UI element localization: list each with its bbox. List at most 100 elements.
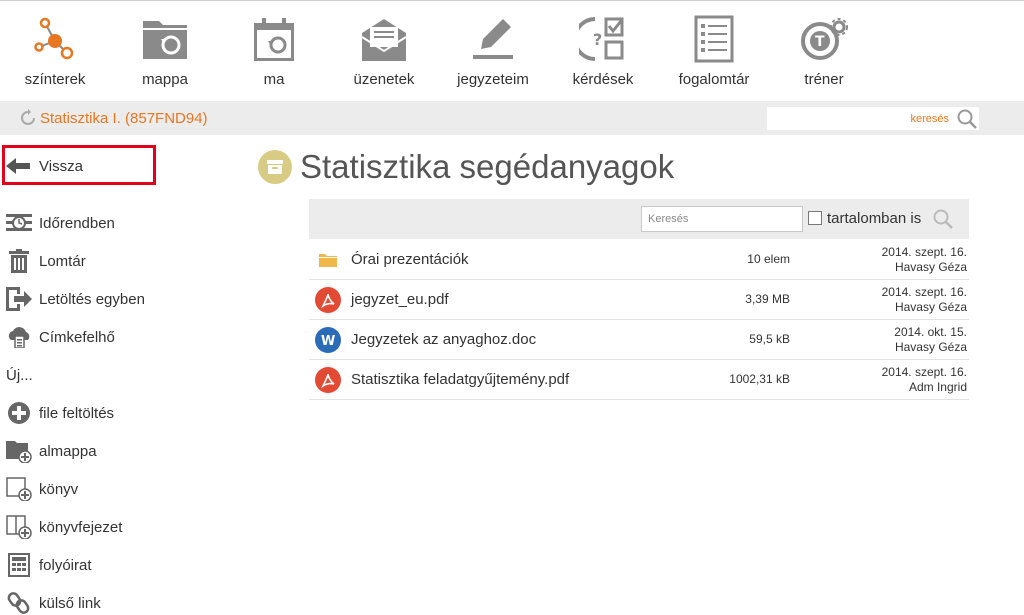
- file-meta: 2014. okt. 15. Havasy Géza: [894, 325, 967, 355]
- global-search-input[interactable]: [767, 107, 953, 130]
- page-title: Statisztika segédanyagok: [300, 148, 675, 185]
- book-add-icon: [6, 476, 32, 502]
- file-row[interactable]: W Jegyzetek az anyaghoz.doc 59,5 kB 2014…: [309, 320, 969, 360]
- svg-text:T: T: [815, 34, 825, 50]
- file-name[interactable]: jegyzet_eu.pdf: [351, 291, 449, 308]
- global-search: [767, 107, 979, 130]
- sidebar-item-folyoirat[interactable]: folyóirat: [6, 550, 92, 580]
- list-search-input[interactable]: [641, 206, 803, 232]
- file-row[interactable]: Órai prezentációk 10 elem 2014. szept. 1…: [309, 240, 969, 280]
- file-author: Adm Ingrid: [908, 380, 967, 394]
- trash-icon: [6, 248, 32, 274]
- file-size: 59,5 kB: [749, 332, 790, 346]
- nav-label: üzenetek: [353, 71, 415, 88]
- file-size: 3,39 MB: [745, 292, 790, 306]
- nav-item-jegyzeteim[interactable]: jegyzeteim: [438, 15, 548, 99]
- pdf-icon: [315, 367, 341, 393]
- nav-label: fogalomtár: [678, 71, 750, 88]
- sidebar-item-idorendben[interactable]: Időrendben: [6, 208, 115, 238]
- sidebar-item-file-feltoltes[interactable]: file feltöltés: [6, 398, 114, 428]
- trainer-gear-icon: T: [801, 18, 848, 60]
- sidebar-item-almappa[interactable]: almappa: [6, 436, 97, 466]
- file-meta: 2014. szept. 16. Havasy Géza: [882, 285, 967, 315]
- file-meta: 2014. szept. 16. Adm Ingrid: [882, 365, 967, 395]
- journal-icon: [6, 552, 32, 578]
- content-search-checkbox[interactable]: [808, 211, 822, 225]
- nav-label: színterek: [24, 71, 86, 88]
- nav-item-ma[interactable]: ma: [219, 15, 329, 99]
- course-title-link[interactable]: Statisztika I. (857FND94): [19, 109, 208, 127]
- pencil-note-icon: [473, 19, 513, 59]
- file-list: Órai prezentációk 10 elem 2014. szept. 1…: [309, 240, 969, 400]
- file-author: Havasy Géza: [894, 260, 967, 274]
- file-author: Havasy Géza: [894, 300, 967, 314]
- search-icon[interactable]: [956, 108, 978, 130]
- plus-circle-icon: [6, 400, 32, 426]
- nav-label: mappa: [142, 71, 188, 88]
- file-name[interactable]: Statisztika feladatgyűjtemény.pdf: [351, 371, 569, 388]
- nav-item-szinterek[interactable]: színterek: [0, 15, 110, 99]
- new-section-label: Új...: [6, 367, 33, 384]
- sidebar-item-label: almappa: [39, 442, 97, 460]
- file-row[interactable]: Statisztika feladatgyűjtemény.pdf 1002,3…: [309, 360, 969, 400]
- timeline-icon: [6, 210, 32, 236]
- nav-item-trener[interactable]: T tréner: [769, 15, 879, 99]
- nav-item-uzenetek[interactable]: üzenetek: [329, 15, 439, 99]
- network-nodes-icon: [34, 17, 74, 60]
- download-export-icon: [6, 286, 32, 312]
- file-name[interactable]: Jegyzetek az anyaghoz.doc: [351, 331, 536, 348]
- tag-cloud-icon: [6, 324, 32, 350]
- context-bar: Statisztika I. (857FND94): [0, 101, 1024, 135]
- file-date: 2014. szept. 16.: [881, 285, 967, 299]
- nav-label: ma: [263, 71, 285, 88]
- sidebar-item-lomtar[interactable]: Lomtár: [6, 246, 86, 276]
- sidebar-item-label: Lomtár: [39, 252, 86, 270]
- envelope-icon: [361, 19, 407, 61]
- sidebar-item-label: Letöltés egyben: [39, 290, 145, 308]
- nav-item-fogalomtar[interactable]: fogalomtár: [659, 15, 769, 99]
- file-size: 10 elem: [747, 252, 790, 266]
- folder-icon: [315, 247, 341, 273]
- sidebar-item-label: file feltöltés: [39, 404, 115, 422]
- svg-text:?: ?: [593, 30, 602, 49]
- sidebar-item-cimkefelho[interactable]: Címkefelhő: [6, 322, 115, 352]
- folder-add-icon: [6, 438, 32, 464]
- sidebar-item-label: Címkefelhő: [39, 328, 115, 346]
- svg-text:W: W: [321, 334, 335, 349]
- archive-icon: [258, 150, 292, 184]
- nav-item-mappa[interactable]: mappa: [110, 15, 220, 99]
- question-checklist-icon: ?: [579, 17, 624, 61]
- course-title: Statisztika I. (857FND94): [40, 109, 208, 127]
- page-heading: Statisztika segédanyagok: [258, 148, 674, 186]
- sidebar-item-label: könyv: [39, 480, 79, 498]
- sidebar-item-kulso-link[interactable]: külső link: [6, 588, 101, 615]
- nav-label: kérdések: [572, 71, 634, 88]
- highlight-box: [2, 145, 156, 185]
- search-icon[interactable]: [932, 208, 954, 230]
- file-size: 1002,31 kB: [729, 372, 790, 386]
- file-name[interactable]: Órai prezentációk: [351, 251, 469, 268]
- glossary-list-icon: [694, 15, 734, 63]
- file-author: Havasy Géza: [894, 340, 967, 354]
- content-search-label[interactable]: tartalomban is: [827, 210, 921, 227]
- sidebar-item-konyv[interactable]: könyv: [6, 474, 78, 504]
- sidebar-item-label: külső link: [39, 594, 101, 612]
- nav-label: jegyzeteim: [457, 71, 529, 88]
- nav-item-kerdesek[interactable]: ? kérdések: [548, 15, 658, 99]
- file-date: 2014. szept. 16.: [881, 245, 967, 259]
- file-date: 2014. okt. 15.: [894, 325, 967, 339]
- file-meta: 2014. szept. 16. Havasy Géza: [882, 245, 967, 275]
- sidebar-item-konyvfejezet[interactable]: könyvfejezet: [6, 512, 122, 542]
- nav-label: tréner: [804, 71, 844, 88]
- sidebar-item-label: könyvfejezet: [39, 518, 123, 536]
- sidebar: Vissza Időrendben Lomtár Letöltés egyben…: [0, 135, 230, 615]
- refresh-icon: [21, 109, 35, 125]
- file-row[interactable]: jegyzet_eu.pdf 3,39 MB 2014. szept. 16. …: [309, 280, 969, 320]
- sidebar-item-letoltes-egyben[interactable]: Letöltés egyben: [6, 284, 145, 314]
- pdf-icon: [315, 287, 341, 313]
- link-icon: [6, 590, 32, 615]
- word-doc-icon: W: [315, 327, 341, 353]
- sidebar-item-label: Időrendben: [39, 214, 115, 232]
- folder-sync-icon: [143, 21, 187, 59]
- calendar-refresh-icon: [254, 18, 294, 61]
